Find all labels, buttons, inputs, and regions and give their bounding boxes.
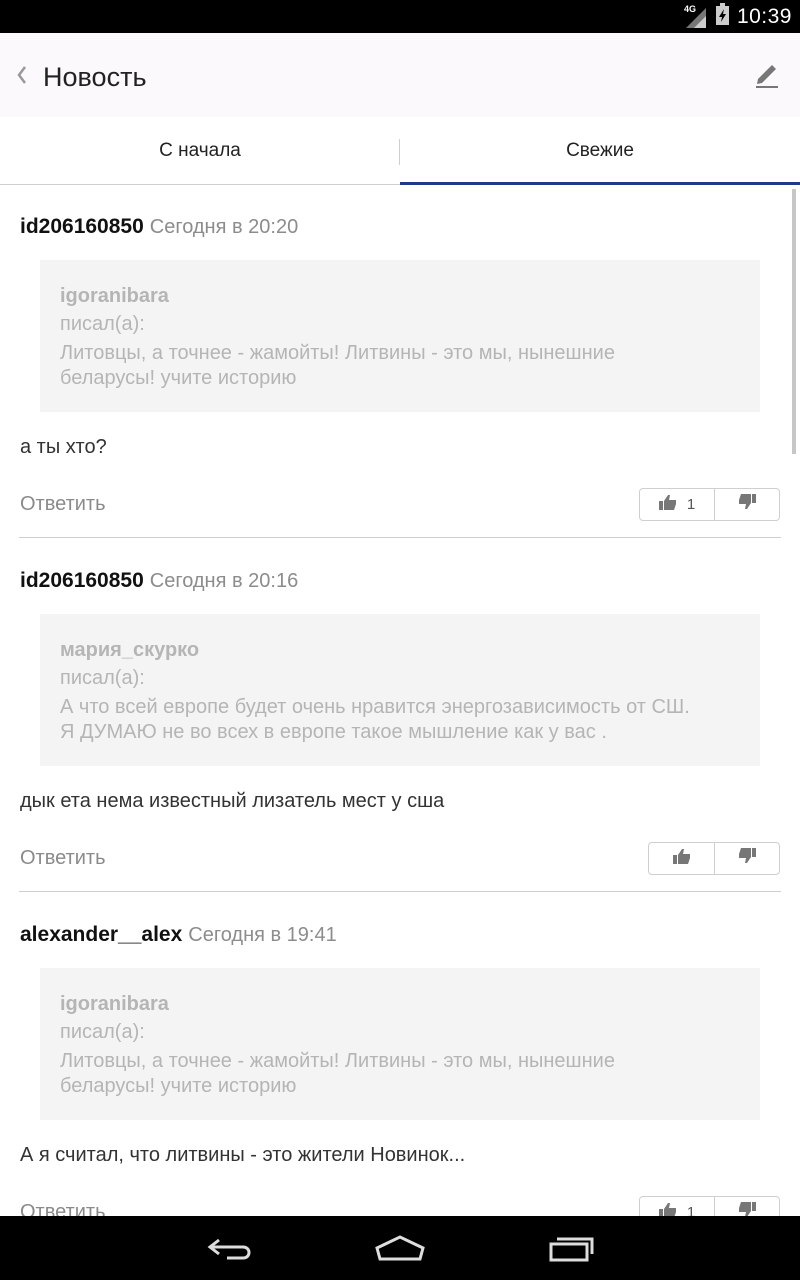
quote-line: беларусы! учите историю — [60, 1075, 297, 1097]
quote-author: igoranibara — [60, 993, 169, 1015]
comment-text: А я считал, что литвины - это жители Нов… — [20, 1144, 466, 1166]
dislike-button[interactable] — [715, 843, 779, 874]
battery-icon — [715, 3, 729, 30]
quote-block: мария_скурко писал(а): А что всей европе… — [40, 614, 760, 766]
quote-line: А что всей европе будет очень нравится э… — [60, 696, 690, 718]
quote-text: Литовцы, а точнее - жамойты! Литвины - э… — [60, 1049, 740, 1099]
chevron-left-icon[interactable] — [14, 63, 32, 87]
comment-date: Сегодня в 20:16 — [149, 570, 299, 592]
comment-author[interactable]: id206160850 — [20, 215, 144, 238]
quote-wrote-label: писал(а): — [60, 667, 145, 689]
comment-date: Сегодня в 20:20 — [149, 216, 299, 238]
comment-item: id206160850 Сегодня в 20:20 igoranibara п… — [0, 185, 800, 539]
quote-author: igoranibara — [60, 285, 169, 307]
quote-text: А что всей европе будет очень нравится э… — [60, 695, 740, 745]
like-count: 1 — [686, 496, 696, 513]
quote-line: Литовцы, а точнее - жамойты! Литвины - э… — [60, 1050, 615, 1072]
reply-button[interactable]: Ответить — [20, 493, 106, 516]
thumbs-down-icon — [738, 494, 756, 515]
comment-text: дык ета нема известный лизатель мест у с… — [20, 790, 445, 812]
comment-header: id206160850 Сегодня в 20:16 — [20, 569, 298, 593]
thumbs-up-icon — [672, 848, 691, 869]
vote-controls — [648, 842, 780, 875]
home-icon[interactable] — [374, 1234, 426, 1267]
signal-icon: 4G — [683, 3, 708, 28]
thumbs-up-icon — [658, 494, 677, 515]
thumbs-down-icon — [738, 1202, 756, 1216]
pencil-icon[interactable] — [754, 59, 780, 89]
tab-bar: С начала Свежие — [0, 117, 800, 185]
like-count: 1 — [686, 1204, 696, 1216]
dislike-button[interactable] — [715, 489, 779, 520]
vote-controls: 1 — [639, 1196, 780, 1216]
vote-controls: 1 — [639, 488, 780, 521]
quote-line: Литовцы, а точнее - жамойты! Литвины - э… — [60, 342, 615, 364]
comment-item: id206160850 Сегодня в 20:16 мария_скурко … — [0, 539, 800, 893]
tab-label: С начала — [159, 139, 241, 161]
tab-label: Свежие — [566, 140, 634, 161]
app-bar: Новость — [0, 33, 800, 117]
quote-wrote-label: писал(а): — [60, 1021, 145, 1043]
thumbs-down-icon — [738, 848, 756, 869]
quote-line: Я ДУМАЮ не во всех в европе такое мышлен… — [60, 721, 607, 743]
dislike-button[interactable] — [715, 1197, 779, 1216]
comment-header: id206160850 Сегодня в 20:20 — [20, 215, 298, 239]
like-button[interactable]: 1 — [640, 1197, 715, 1216]
tab-latest[interactable]: Свежие — [400, 117, 800, 185]
quote-block: igoranibara писал(а): Литовцы, а точнее … — [40, 968, 760, 1120]
thumbs-up-icon — [658, 1202, 677, 1216]
quote-wrote-label: писал(а): — [60, 313, 145, 335]
quote-author: мария_скурко — [60, 639, 200, 661]
comment-item: alexander__alex Сегодня в 19:41 igoraniba… — [0, 893, 800, 1216]
back-icon[interactable] — [205, 1234, 255, 1267]
like-button[interactable] — [649, 843, 715, 874]
quote-line: беларусы! учите историю — [60, 367, 297, 389]
recents-icon[interactable] — [547, 1234, 595, 1267]
system-nav-bar — [0, 1216, 800, 1280]
comment-header: alexander__alex Сегодня в 19:41 — [20, 923, 337, 947]
comment-author[interactable]: alexander__alex — [20, 923, 182, 946]
comment-divider — [19, 537, 781, 538]
quote-text: Литовцы, а точнее - жамойты! Литвины - э… — [60, 341, 740, 391]
quote-block: igoranibara писал(а): Литовцы, а точнее … — [40, 260, 760, 412]
comment-text: а ты хто? — [20, 436, 107, 458]
reply-button[interactable]: Ответить — [20, 847, 106, 870]
comment-date: Сегодня в 19:41 — [188, 924, 337, 946]
status-bar: 4G 10:39 — [0, 0, 800, 33]
comment-divider — [19, 891, 781, 892]
tab-from-start[interactable]: С начала — [0, 117, 400, 185]
reply-button[interactable]: Ответить — [20, 1201, 106, 1216]
comment-author[interactable]: id206160850 — [20, 569, 144, 592]
network-type-label: 4G — [683, 3, 696, 14]
page-title: Новость — [43, 62, 147, 92]
clock: 10:39 — [736, 4, 792, 28]
comments-list[interactable]: id206160850 Сегодня в 20:20 igoranibara п… — [0, 185, 800, 1216]
like-button[interactable]: 1 — [640, 489, 715, 520]
